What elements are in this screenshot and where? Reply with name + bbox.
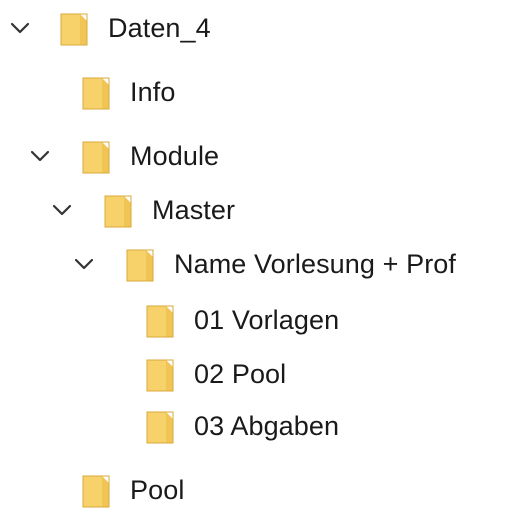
tree-item-01-vorlagen[interactable]: 01 Vorlagen xyxy=(0,296,400,344)
tree-item-label: 03 Abgaben xyxy=(194,411,340,441)
folder-icon xyxy=(144,406,176,446)
tree-item-name-vorlesung-prof[interactable]: Name Vorlesung + Prof xyxy=(0,240,505,288)
folder-icon xyxy=(80,136,112,176)
chevron-down-icon[interactable] xyxy=(6,14,34,42)
tree-item-label: 01 Vorlagen xyxy=(194,305,340,335)
folder-icon xyxy=(58,8,90,48)
chevron-down-icon[interactable] xyxy=(26,142,54,170)
folder-icon xyxy=(144,354,176,394)
tree-item-pool[interactable]: Pool xyxy=(0,466,240,514)
tree-item-label: Master xyxy=(152,195,236,225)
tree-item-02-pool[interactable]: 02 Pool xyxy=(0,350,360,398)
tree-item-module[interactable]: Module xyxy=(0,132,280,180)
tree-item-label: Info xyxy=(130,77,176,107)
folder-icon xyxy=(80,470,112,510)
folder-icon xyxy=(144,300,176,340)
chevron-down-icon[interactable] xyxy=(48,196,76,224)
folder-tree: Daten_4 Info Module Master Name Vorlesun… xyxy=(0,0,505,513)
tree-item-info[interactable]: Info xyxy=(0,68,220,116)
tree-item-label: Module xyxy=(130,141,220,171)
tree-item-label: Name Vorlesung + Prof xyxy=(174,249,457,279)
tree-item-label: 02 Pool xyxy=(194,359,287,389)
tree-item-daten-4[interactable]: Daten_4 xyxy=(0,4,260,52)
folder-icon xyxy=(124,244,156,284)
tree-item-label: Pool xyxy=(130,475,185,505)
tree-item-label: Daten_4 xyxy=(108,13,211,43)
folder-icon xyxy=(102,190,134,230)
chevron-down-icon[interactable] xyxy=(70,250,98,278)
tree-item-03-abgaben[interactable]: 03 Abgaben xyxy=(0,402,400,450)
folder-icon xyxy=(80,72,112,112)
tree-item-master[interactable]: Master xyxy=(0,186,300,234)
